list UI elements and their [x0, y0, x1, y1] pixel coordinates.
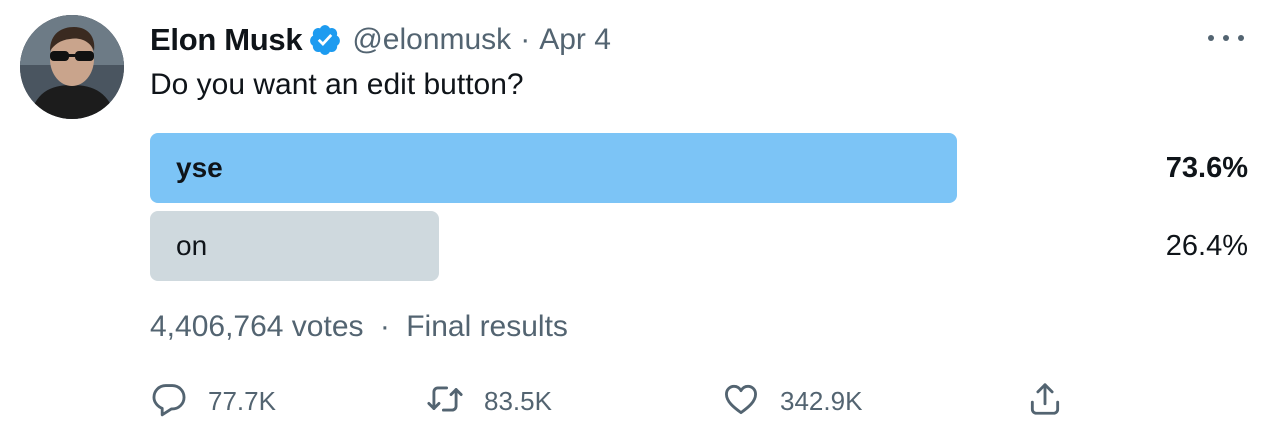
poll-option-percent: 73.6% [1165, 152, 1248, 184]
poll-option-percent: 26.4% [1165, 230, 1248, 262]
poll-summary: 4,406,764 votes · Final results [150, 310, 568, 344]
more-dot [1238, 35, 1244, 41]
more-dot [1223, 35, 1229, 41]
header-separator: · [520, 23, 531, 56]
reply-button[interactable]: 77.7K [150, 378, 276, 424]
poll-status: Final results [406, 310, 568, 343]
avatar[interactable] [20, 15, 124, 119]
verified-badge-icon [308, 23, 342, 57]
tweet-text: Do you want an edit button? [150, 68, 524, 101]
author-handle[interactable]: @elonmusk [352, 23, 511, 57]
poll-bar-yse [150, 133, 957, 203]
poll-option-label: yse [176, 152, 223, 183]
share-icon [1026, 380, 1064, 423]
poll-option-yse: yse 73.6% [150, 133, 1248, 203]
vote-count: 4,406,764 votes [150, 310, 364, 343]
poll-option-label: on [176, 230, 208, 261]
tweet-header: Elon Musk @elonmusk · Apr 4 [150, 20, 611, 60]
reply-count: 77.7K [208, 385, 276, 416]
more-dot [1208, 35, 1214, 41]
share-button[interactable] [1026, 378, 1064, 424]
tweet-date[interactable]: Apr 4 [539, 23, 611, 57]
more-icon[interactable] [1208, 26, 1244, 50]
like-button[interactable]: 342.9K [722, 378, 862, 424]
retweet-count: 83.5K [484, 385, 552, 416]
like-count: 342.9K [780, 385, 863, 416]
reply-icon [150, 380, 188, 423]
retweet-icon [426, 380, 464, 423]
tweet-actions: 77.7K 83.5K 342.9K [150, 378, 1080, 424]
like-icon [722, 380, 760, 423]
poll: yse 73.6% on 26.4% [150, 133, 1248, 289]
summary-separator: · [379, 310, 390, 343]
retweet-button[interactable]: 83.5K [426, 378, 552, 424]
poll-option-on: on 26.4% [150, 211, 1248, 281]
author-name[interactable]: Elon Musk [150, 22, 303, 58]
